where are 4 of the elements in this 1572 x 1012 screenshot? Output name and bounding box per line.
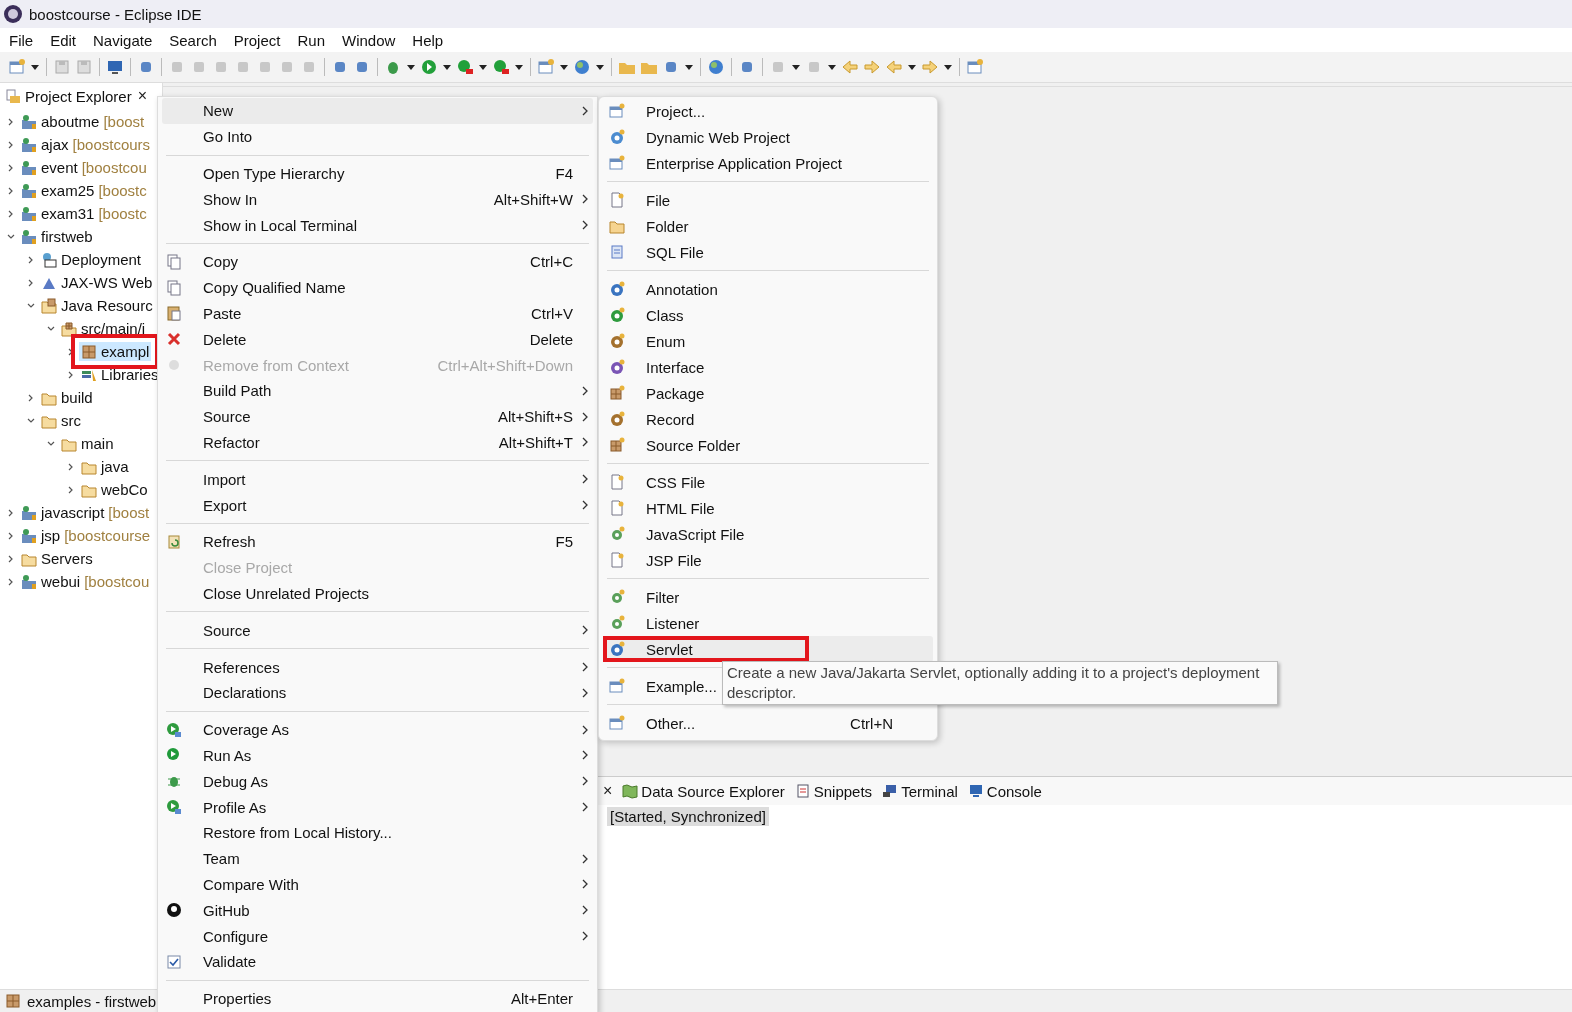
window-title: boostcourse - Eclipse IDE <box>29 5 202 23</box>
server-status: [Started, Synchronized] <box>607 807 769 826</box>
tooltip: Create a new Java/Jakarta Servlet, optionally adding it to a project's deployment descriptor. <box>722 661 1278 705</box>
status-text: examples - firstweb <box>27 992 157 1010</box>
